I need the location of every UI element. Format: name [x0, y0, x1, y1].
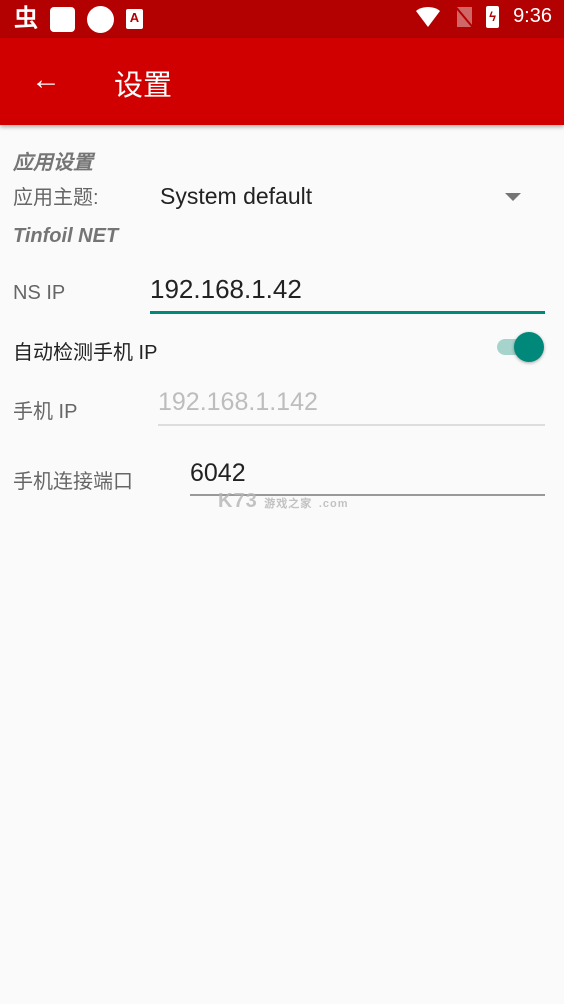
- ns-ip-label: NS IP: [13, 282, 66, 304]
- status-bar: 虫 A ϟ 9:36: [0, 0, 564, 38]
- circle-notification-icon: [87, 5, 114, 33]
- phone-ip-input[interactable]: 192.168.1.142: [158, 388, 545, 428]
- auto-detect-switch[interactable]: [495, 331, 547, 363]
- theme-selected-value: System default: [160, 183, 313, 209]
- back-button[interactable]: ←: [24, 58, 68, 102]
- ns-ip-underline: [150, 311, 545, 314]
- watermark: K73 游戏之家 .com: [218, 490, 349, 513]
- wifi-icon: [413, 6, 444, 27]
- section-title-tinfoil-net: Tinfoil NET: [13, 225, 119, 247]
- watermark-brand: K73: [218, 490, 258, 512]
- phone-port-value: 6042: [190, 459, 246, 487]
- switch-thumb: [514, 332, 544, 362]
- watermark-tagline: 游戏之家: [264, 498, 313, 510]
- phone-port-label: 手机连接端口: [13, 471, 133, 493]
- dropdown-arrow-icon[interactable]: [505, 193, 521, 201]
- ns-ip-input[interactable]: 192.168.1.42: [150, 274, 545, 316]
- arrow-back-icon: ←: [31, 63, 61, 96]
- page-title: 设置: [114, 70, 173, 102]
- square-notification-icon: [50, 6, 75, 32]
- phone-ip-label: 手机 IP: [13, 401, 78, 423]
- phone-ip-underline: [158, 424, 545, 426]
- theme-label: 应用主题:: [13, 187, 99, 209]
- bug-notification-icon: 虫: [14, 5, 38, 32]
- section-title-app-settings: 应用设置: [13, 152, 93, 174]
- no-sim-icon: [457, 6, 473, 27]
- ns-ip-value: 192.168.1.42: [150, 274, 302, 304]
- a-notification-icon: A: [126, 9, 143, 29]
- app-bar: ← 设置: [0, 38, 564, 125]
- auto-detect-label: 自动检测手机 IP: [13, 342, 158, 364]
- phone-ip-value: 192.168.1.142: [158, 388, 318, 416]
- watermark-domain: .com: [318, 498, 349, 510]
- battery-charging-icon: ϟ: [486, 5, 500, 28]
- status-time: 9:36: [513, 5, 552, 27]
